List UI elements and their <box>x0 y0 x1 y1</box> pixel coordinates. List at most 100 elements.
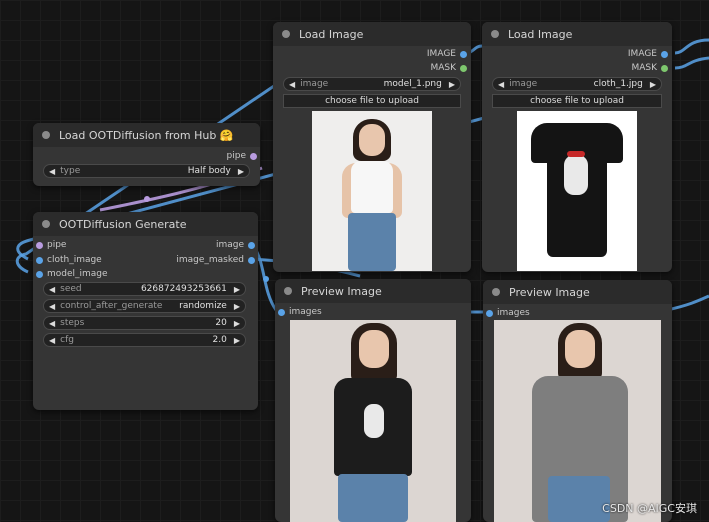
print-hat-shape <box>567 151 585 157</box>
widget-value: 626872493253661 <box>140 284 227 294</box>
collapse-dot-icon[interactable] <box>42 131 50 139</box>
jeans-shape <box>338 474 408 522</box>
arrow-left-icon[interactable]: ◀ <box>493 80 509 89</box>
control-after-generate-widget[interactable]: ◀ control_after_generate randomize ▶ <box>43 299 246 313</box>
input-images[interactable]: images <box>486 308 530 318</box>
wire-right-edge <box>666 294 709 312</box>
face-shape <box>565 330 595 368</box>
node-title: Load Image <box>299 27 364 41</box>
collapse-dot-icon[interactable] <box>284 287 292 295</box>
output-mask[interactable]: MASK <box>430 63 467 73</box>
output-label: image_masked <box>176 255 244 265</box>
input-pipe[interactable]: pipe <box>36 240 66 250</box>
load-image-node-cloth[interactable]: Load Image IMAGE MASK ◀ image cloth_1.jp… <box>482 22 672 272</box>
output-slot-icon[interactable] <box>661 50 668 58</box>
output-image[interactable]: image <box>216 240 255 250</box>
input-slot-icon[interactable] <box>36 270 43 278</box>
image-select-widget[interactable]: ◀ image model_1.png ▶ <box>283 77 461 91</box>
upload-button[interactable]: choose file to upload <box>283 94 461 108</box>
arrow-left-icon[interactable]: ◀ <box>44 319 60 328</box>
face-shape <box>359 124 385 156</box>
arrow-left-icon[interactable]: ◀ <box>44 167 60 176</box>
preview-image-node-masked[interactable]: Preview Image images <box>483 280 672 522</box>
node-title-bar[interactable]: Preview Image <box>275 279 471 303</box>
node-title: Preview Image <box>509 285 590 299</box>
cfg-widget[interactable]: ◀ cfg 2.0 ▶ <box>43 333 246 347</box>
arrow-left-icon[interactable]: ◀ <box>44 302 60 311</box>
wire-image-reroute <box>263 276 269 282</box>
collapse-dot-icon[interactable] <box>491 30 499 38</box>
arrow-left-icon[interactable]: ◀ <box>44 285 60 294</box>
wire-pipe-reroute <box>144 196 150 202</box>
collapse-dot-icon[interactable] <box>282 30 290 38</box>
input-slot-icon[interactable] <box>36 241 43 249</box>
widget-value: 2.0 <box>212 335 227 345</box>
output-image-masked[interactable]: image_masked <box>176 255 255 265</box>
node-title-bar[interactable]: Preview Image <box>483 280 672 304</box>
widget-value: 20 <box>215 318 227 328</box>
output-slot-icon[interactable] <box>460 50 467 58</box>
arrow-left-icon[interactable]: ◀ <box>44 336 60 345</box>
top-shape <box>351 161 393 213</box>
node-title-bar[interactable]: Load Image <box>482 22 672 46</box>
output-slot-icon[interactable] <box>661 64 668 72</box>
collapse-dot-icon[interactable] <box>42 220 50 228</box>
arrow-right-icon[interactable]: ▶ <box>229 302 245 311</box>
load-ootdiffusion-node[interactable]: Load OOTDiffusion from Hub 🤗 pipe ◀ type… <box>33 123 260 186</box>
node-title-bar[interactable]: Load OOTDiffusion from Hub 🤗 <box>33 123 260 147</box>
arrow-right-icon[interactable]: ▶ <box>229 336 245 345</box>
node-title-bar[interactable]: Load Image <box>273 22 471 46</box>
output-label: pipe <box>226 151 246 161</box>
input-model-image[interactable]: model_image <box>36 269 108 279</box>
output-slot-icon[interactable] <box>460 64 467 72</box>
output-slot-icon[interactable] <box>248 241 255 249</box>
jeans-shape <box>548 476 610 522</box>
arrow-right-icon[interactable]: ▶ <box>229 285 245 294</box>
output-slot-icon[interactable] <box>250 152 257 160</box>
widget-value: randomize <box>179 301 227 311</box>
face-shape <box>359 330 389 368</box>
image-preview-model <box>312 111 432 271</box>
output-image[interactable]: IMAGE <box>628 49 668 59</box>
output-pipe[interactable]: pipe <box>227 151 257 161</box>
arrow-right-icon[interactable]: ▶ <box>645 80 661 89</box>
image-select-widget[interactable]: ◀ image cloth_1.jpg ▶ <box>492 77 662 91</box>
input-label: cloth_image <box>47 255 102 265</box>
output-label: IMAGE <box>426 49 456 59</box>
input-slot-icon[interactable] <box>278 308 285 316</box>
node-title: OOTDiffusion Generate <box>59 217 187 231</box>
output-mask[interactable]: MASK <box>631 63 668 73</box>
arrow-right-icon[interactable]: ▶ <box>229 319 245 328</box>
jeans-shape <box>348 213 396 271</box>
ootdiffusion-generate-node[interactable]: OOTDiffusion Generate pipe cloth_image m… <box>33 212 258 410</box>
input-label: model_image <box>47 269 108 279</box>
output-slot-icon[interactable] <box>248 256 255 264</box>
input-slot-icon[interactable] <box>486 309 493 317</box>
output-image[interactable]: IMAGE <box>427 49 467 59</box>
collapse-dot-icon[interactable] <box>492 288 500 296</box>
arrow-left-icon[interactable]: ◀ <box>284 80 300 89</box>
wire-load-2-out <box>674 38 709 55</box>
widget-value: Half body <box>187 166 231 176</box>
input-label: pipe <box>47 240 67 250</box>
node-title-bar[interactable]: OOTDiffusion Generate <box>33 212 258 236</box>
steps-widget[interactable]: ◀ steps 20 ▶ <box>43 316 246 330</box>
upload-button[interactable]: choose file to upload <box>492 94 662 108</box>
widget-value: model_1.png <box>383 79 442 89</box>
image-preview-cloth <box>517 111 637 271</box>
input-cloth-image[interactable]: cloth_image <box>36 255 102 265</box>
arrow-right-icon[interactable]: ▶ <box>233 167 249 176</box>
input-slot-icon[interactable] <box>36 256 43 264</box>
arrow-right-icon[interactable]: ▶ <box>444 80 460 89</box>
preview-image-node-result[interactable]: Preview Image images <box>275 279 471 522</box>
widget-label: control_after_generate <box>60 301 163 311</box>
input-images[interactable]: images <box>278 307 322 317</box>
input-label: images <box>497 308 530 318</box>
widget-value: cloth_1.jpg <box>593 79 643 89</box>
load-image-node-model[interactable]: Load Image IMAGE MASK ◀ image model_1.pn… <box>273 22 471 272</box>
seed-widget[interactable]: ◀ seed 626872493253661 ▶ <box>43 282 246 296</box>
type-select-widget[interactable]: ◀ type Half body ▶ <box>43 164 250 178</box>
widget-label: image <box>509 79 538 89</box>
widget-label: steps <box>60 318 85 328</box>
widget-label: image <box>300 79 329 89</box>
